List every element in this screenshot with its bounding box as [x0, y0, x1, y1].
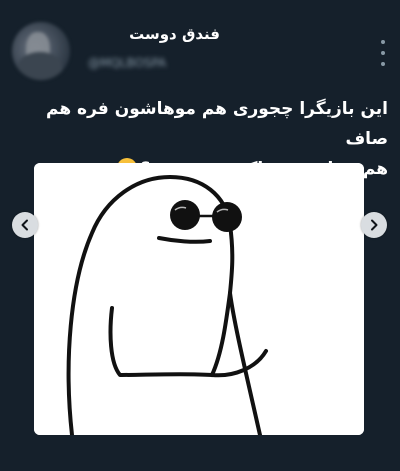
more-options-button[interactable] — [378, 40, 388, 66]
vertical-ellipsis-icon — [381, 40, 385, 44]
tweet-media-image[interactable] — [34, 163, 364, 435]
avatar[interactable] — [12, 22, 70, 80]
tweet-card: فندق دوست @MQLBOSPA این بازیگرا چجوری هم… — [0, 0, 400, 471]
vertical-ellipsis-dot — [381, 62, 385, 66]
vertical-ellipsis-dot — [381, 51, 385, 55]
author-handle[interactable]: @MQLBOSPA — [88, 56, 188, 72]
chevron-right-icon — [371, 219, 378, 231]
carousel-next-button[interactable] — [361, 212, 387, 238]
meme-drawing — [34, 163, 364, 435]
carousel-prev-button[interactable] — [12, 212, 38, 238]
author-display-name[interactable]: فندق دوست — [100, 25, 220, 43]
chevron-left-icon — [21, 219, 28, 231]
tweet-text-line-1: این بازیگرا چجوری هم موهاشون فره هم صاف — [46, 99, 388, 149]
